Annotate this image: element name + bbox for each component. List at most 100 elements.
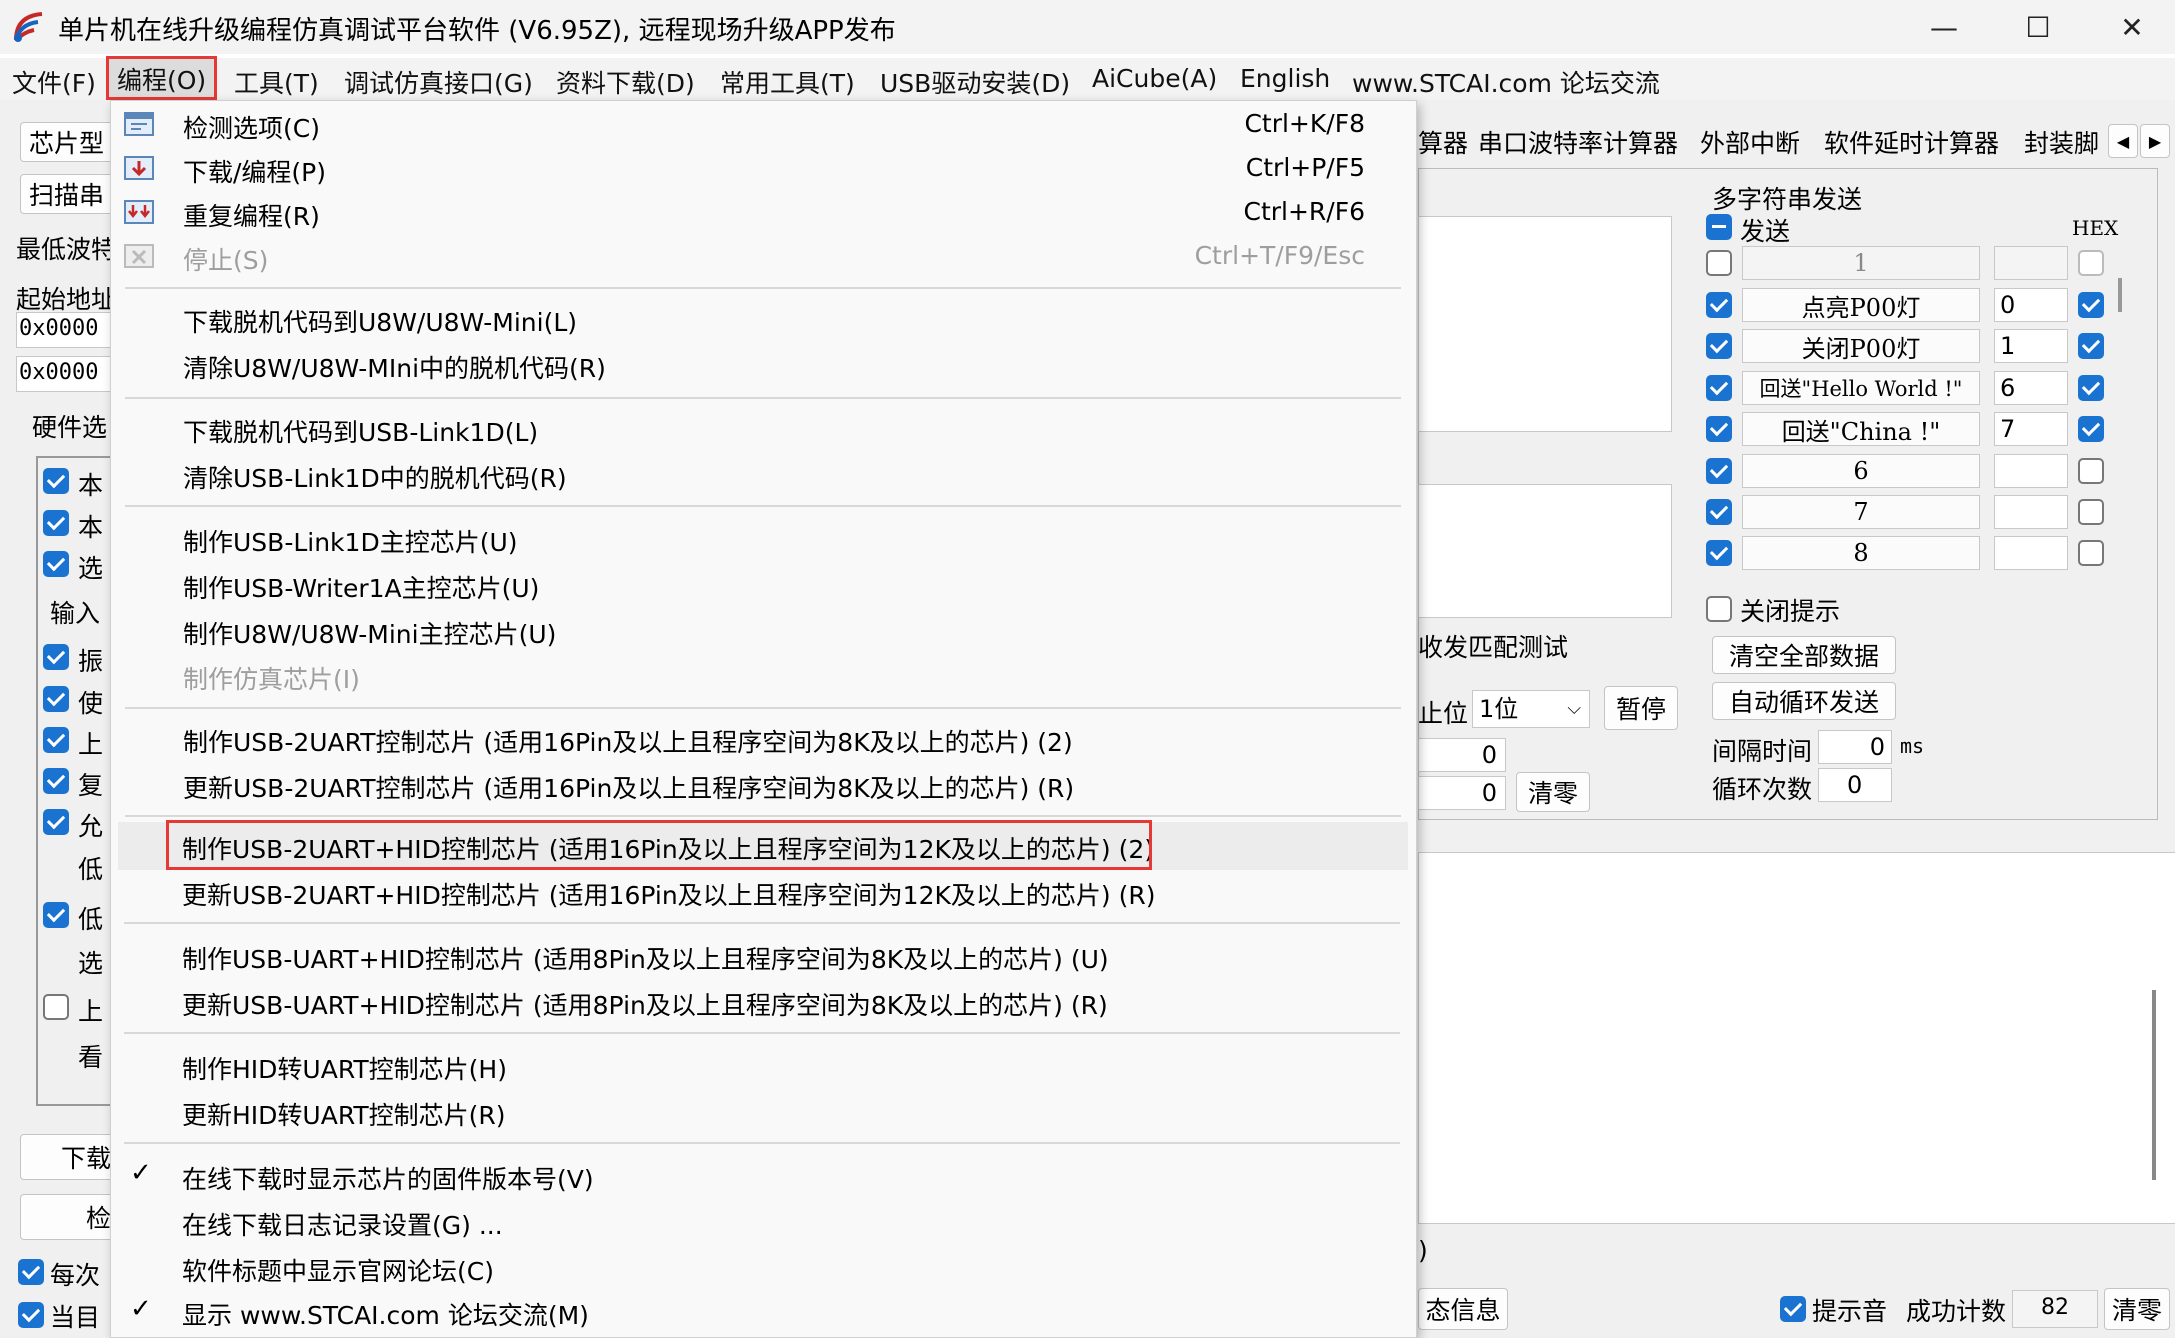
address-field-2[interactable]: 0x0000 (16, 356, 116, 392)
minimize-button[interactable]: — (1896, 0, 1992, 54)
option-checkbox[interactable] (43, 551, 69, 577)
send-string-button[interactable]: 8 (1742, 536, 1980, 570)
hex-row-checkbox[interactable] (2078, 499, 2104, 525)
send-all-checkbox[interactable] (1706, 214, 1732, 240)
menu-item-make-2uart-chip[interactable]: 制作USB-2UART控制芯片 (适用16Pin及以上且程序空间为8K及以上的芯… (111, 719, 1411, 759)
send-row-value[interactable]: 0 (1994, 288, 2068, 322)
stop-bit-select[interactable]: 1位 ⌵ (1472, 690, 1590, 728)
hex-row-checkbox[interactable] (2078, 292, 2104, 318)
menu-item-show-firmware-version[interactable]: ✓ 在线下载时显示芯片的固件版本号(V) (110, 1156, 1410, 1196)
option-checkbox[interactable] (43, 768, 69, 794)
menu-item-clear-offline-link1d[interactable]: 清除USB-Link1D中的脱机代码(R) (111, 455, 1411, 495)
menu-item-download-program[interactable]: 下载/编程(P) Ctrl+P/F5 (111, 149, 1411, 189)
pause-button[interactable]: 暂停 (1604, 686, 1678, 730)
send-string-button[interactable]: 1 (1742, 246, 1980, 280)
option-checkbox[interactable] (43, 510, 69, 536)
receive-buffer[interactable] (1418, 216, 1672, 432)
beep-checkbox[interactable] (1780, 1296, 1806, 1322)
send-row-value[interactable] (1994, 454, 2068, 488)
tab-baud-calculator[interactable]: 串口波特率计算器 (1478, 124, 1678, 160)
send-string-button[interactable]: 点亮P00灯 (1742, 288, 1980, 322)
tab-scroll-right-icon[interactable]: ▶ (2140, 124, 2170, 158)
maximize-button[interactable]: ☐ (1990, 0, 2086, 54)
every-time-checkbox[interactable] (18, 1259, 44, 1285)
address-field-1[interactable]: 0x0000 (16, 312, 116, 348)
send-row-value[interactable]: 1 (1994, 329, 2068, 363)
download-program-button[interactable]: 下载 (20, 1134, 120, 1180)
menu-item-show-forum-link[interactable]: ✓ 显示 www.STCAI.com 论坛交流(M) (110, 1292, 1410, 1332)
clear-all-button[interactable]: 清空全部数据 (1712, 636, 1896, 674)
auto-loop-send-button[interactable]: 自动循环发送 (1712, 682, 1896, 720)
option-checkbox[interactable] (43, 686, 69, 712)
menu-english[interactable]: English (1240, 64, 1330, 98)
hex-row-checkbox[interactable] (2078, 540, 2104, 566)
menu-item-update-hid-uart-chip[interactable]: 更新HID转UART控制芯片(R) (110, 1092, 1410, 1132)
close-button[interactable]: ✕ (2084, 0, 2175, 54)
close-hint-checkbox[interactable] (1706, 596, 1732, 622)
tab-delay-calculator[interactable]: 软件延时计算器 (1824, 124, 1999, 160)
send-row-value[interactable] (1994, 536, 2068, 570)
send-string-button[interactable]: 关闭P00灯 (1742, 329, 1980, 363)
status-info-button[interactable]: 态信息 (1418, 1288, 1508, 1330)
menu-item-make-hid-uart-chip[interactable]: 制作HID转UART控制芯片(H) (110, 1046, 1410, 1086)
send-string-button[interactable]: 回送"China !" (1742, 412, 1980, 446)
menu-item-update-uart-hid-chip[interactable]: 更新USB-UART+HID控制芯片 (适用8Pin及以上且程序空间为8K及以上… (110, 982, 1410, 1022)
send-row-checkbox[interactable] (1706, 499, 1732, 525)
interval-input[interactable]: 0 (1818, 730, 1892, 764)
menu-item-make-uart-hid-chip[interactable]: 制作USB-UART+HID控制芯片 (适用8Pin及以上且程序空间为8K及以上… (110, 936, 1410, 976)
log-scrollbar[interactable] (2152, 990, 2156, 1180)
menu-docs-download[interactable]: 资料下载(D) (556, 64, 695, 98)
multi-send-scrollbar[interactable] (2118, 278, 2122, 312)
menu-item-detect-options[interactable]: 检测选项(C) Ctrl+K/F8 (111, 105, 1411, 145)
option-checkbox[interactable] (43, 902, 69, 928)
send-string-button[interactable]: 6 (1742, 454, 1980, 488)
menu-common-tools[interactable]: 常用工具(T) (720, 64, 855, 98)
option-checkbox[interactable] (43, 644, 69, 670)
menu-item-download-offline-u8w[interactable]: 下载脱机代码到U8W/U8W-Mini(L) (111, 299, 1411, 339)
menu-item-clear-offline-u8w[interactable]: 清除U8W/U8W-MIni中的脱机代码(R) (111, 345, 1411, 385)
hardware-options-tab[interactable]: 硬件选 (32, 408, 107, 444)
tab-external-interrupt[interactable]: 外部中断 (1700, 124, 1800, 160)
scan-port-button[interactable]: 扫描串 (20, 174, 120, 214)
menu-item-make-writer1a-chip[interactable]: 制作USB-Writer1A主控芯片(U) (111, 565, 1411, 605)
menu-item-show-forum-in-title[interactable]: 软件标题中显示官网论坛(C) (110, 1248, 1410, 1288)
hex-row-checkbox[interactable] (2078, 375, 2104, 401)
send-row-value[interactable]: 7 (1994, 412, 2068, 446)
menu-item-update-2uart-chip[interactable]: 更新USB-2UART控制芯片 (适用16Pin及以上且程序空间为8K及以上的芯… (111, 765, 1411, 805)
send-row-checkbox[interactable] (1706, 540, 1732, 566)
send-row-value[interactable]: 6 (1994, 371, 2068, 405)
menu-item-make-link1d-chip[interactable]: 制作USB-Link1D主控芯片(U) (111, 519, 1411, 559)
send-string-button[interactable]: 7 (1742, 495, 1980, 529)
send-row-checkbox[interactable] (1706, 458, 1732, 484)
menu-item-download-offline-link1d[interactable]: 下载脱机代码到USB-Link1D(L) (111, 409, 1411, 449)
send-row-value[interactable] (1994, 246, 2068, 280)
hex-row-checkbox[interactable] (2078, 250, 2104, 276)
hex-row-checkbox[interactable] (2078, 333, 2104, 359)
tab-package-pins[interactable]: 封装脚 (2024, 124, 2099, 160)
clear-count-button[interactable]: 清零 (1516, 772, 1590, 812)
clear-success-button[interactable]: 清零 (2104, 1288, 2170, 1330)
send-string-button[interactable]: 回送"Hello World !" (1742, 371, 1980, 405)
hex-row-checkbox[interactable] (2078, 458, 2104, 484)
menu-item-repeat-program[interactable]: 重复编程(R) Ctrl+R/F6 (111, 193, 1411, 233)
menu-forum[interactable]: www.STCAI.com 论坛交流 (1352, 64, 1660, 98)
menu-tools[interactable]: 工具(T) (234, 64, 319, 98)
menu-item-update-2uart-hid-chip[interactable]: 更新USB-2UART+HID控制芯片 (适用16Pin及以上且程序空间为12K… (110, 872, 1410, 912)
option-checkbox[interactable] (43, 727, 69, 753)
current-checkbox[interactable] (18, 1302, 44, 1328)
send-row-value[interactable] (1994, 495, 2068, 529)
tab-scroll-left-icon[interactable]: ◀ (2108, 124, 2138, 158)
menu-aicube[interactable]: AiCube(A) (1092, 64, 1217, 98)
option-checkbox[interactable] (43, 468, 69, 494)
menu-debug-interface[interactable]: 调试仿真接口(G) (344, 64, 533, 98)
menu-program[interactable]: 编程(O) (106, 56, 218, 100)
send-row-checkbox[interactable] (1706, 333, 1732, 359)
check-button[interactable]: 检 (20, 1194, 120, 1240)
send-row-checkbox[interactable] (1706, 250, 1732, 276)
send-buffer[interactable] (1418, 484, 1672, 618)
menu-usb-driver[interactable]: USB驱动安装(D) (880, 64, 1070, 98)
send-row-checkbox[interactable] (1706, 375, 1732, 401)
send-row-checkbox[interactable] (1706, 292, 1732, 318)
menu-file[interactable]: 文件(F) (12, 64, 96, 98)
tab-calculator[interactable]: 算器 (1418, 124, 1468, 160)
